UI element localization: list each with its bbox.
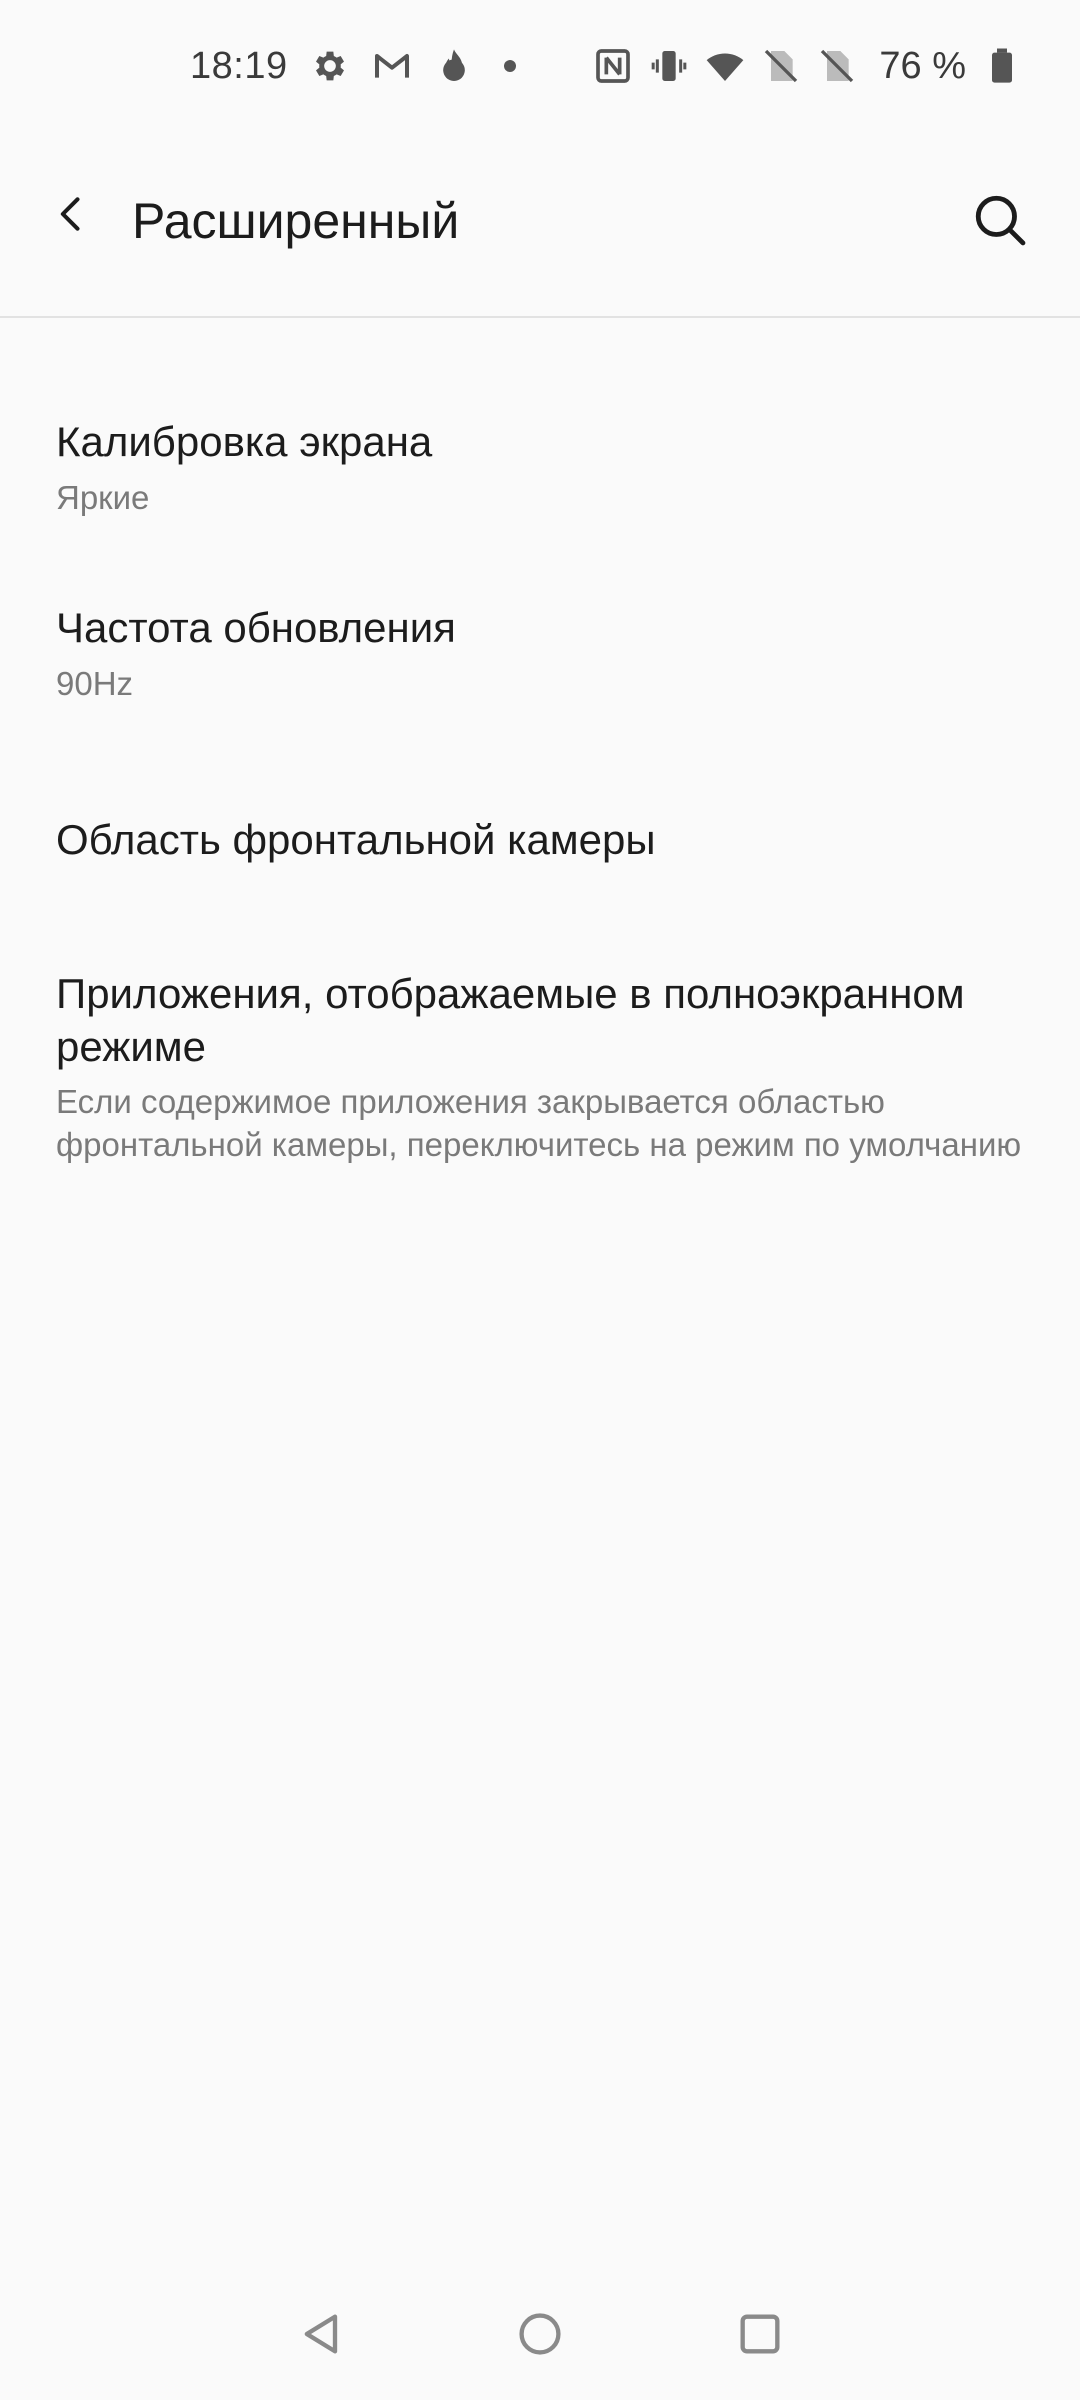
notification-dot-icon [503,60,516,72]
setting-summary: Если содержимое приложения закрывается о… [56,1083,1022,1163]
nfc-icon [593,46,633,86]
nav-back-button[interactable] [290,2302,354,2366]
status-bar: 18:19 76 % [0,0,1080,130]
setting-title: Частота обновления [56,604,456,651]
search-icon [975,195,1026,246]
setting-front-camera-area[interactable]: Область фронтальной камеры [0,814,1080,867]
setting-summary: 90Hz [56,664,134,702]
fire-icon [434,46,474,86]
no-sim-icon [817,46,857,86]
app-bar: Расширенный [0,130,1080,318]
setting-title: Приложения, отображаемые в полноэкранном… [56,970,965,1070]
gmail-icon [372,46,412,86]
screen: 18:19 76 % Расширенный Калибровка экрана… [0,0,1080,2400]
navigation-bar [0,2280,1080,2388]
setting-display-calibration[interactable]: Калибровка экрана Яркие [0,416,1080,519]
setting-refresh-rate[interactable]: Частота обновления 90Hz [0,602,1080,705]
setting-summary: Яркие [56,478,150,516]
vibrate-icon [649,46,689,86]
page-title: Расширенный [132,193,460,249]
no-sim-icon [761,46,801,86]
gear-icon [310,46,350,86]
search-button[interactable] [964,184,1036,256]
status-left: 18:19 [190,36,516,96]
nav-recents-icon [740,2314,780,2354]
status-time: 18:19 [190,44,288,87]
setting-fullscreen-apps[interactable]: Приложения, отображаемые в полноэкранном… [0,968,1080,1167]
nav-home-icon [519,2313,561,2355]
nav-home-button[interactable] [508,2302,572,2366]
nav-back-icon [304,2314,338,2354]
setting-title: Калибровка экрана [56,418,433,465]
wifi-icon [705,46,745,86]
battery-icon [982,46,1022,86]
nav-recents-button[interactable] [728,2302,792,2366]
status-right: 76 % [593,36,1022,96]
chevron-left-icon [60,197,80,231]
battery-percentage: 76 % [879,44,966,87]
setting-title: Область фронтальной камеры [56,816,656,863]
back-button[interactable] [40,182,104,246]
